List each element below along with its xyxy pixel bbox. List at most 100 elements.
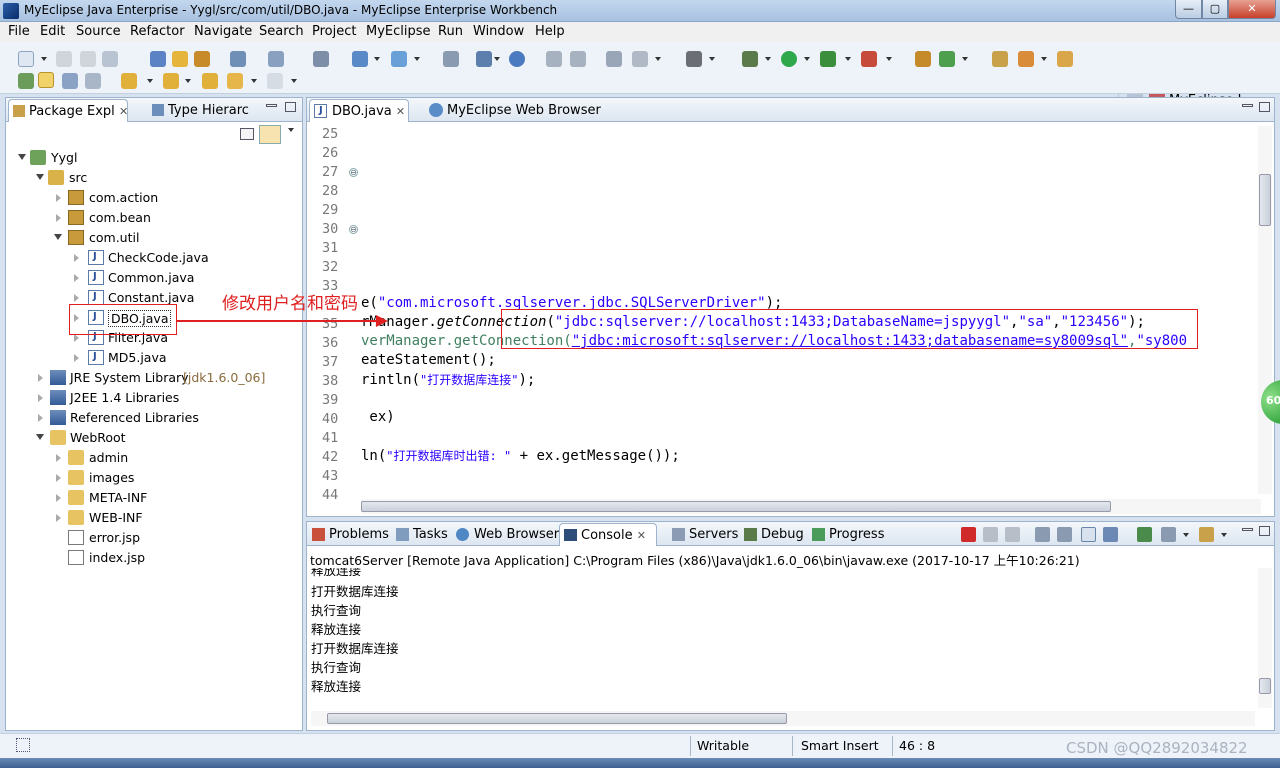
new-class-icon[interactable] (194, 51, 210, 67)
close-icon[interactable]: ✕ (637, 529, 646, 542)
settings-dropdown-icon[interactable] (655, 57, 661, 61)
display-console-dropdown-icon[interactable] (1183, 533, 1189, 537)
collapse-icon[interactable] (56, 494, 61, 502)
open-folder-icon[interactable] (992, 51, 1008, 67)
editor-horizontal-scroll-thumb[interactable] (361, 501, 1111, 512)
console-vertical-scroll-thumb[interactable] (1259, 678, 1271, 694)
collapse-icon[interactable] (38, 374, 43, 382)
wizard-dropdown-icon[interactable] (374, 57, 380, 61)
menu-project[interactable]: Project (312, 24, 356, 39)
package-icon[interactable] (915, 51, 931, 67)
minimize-view-icon[interactable] (1242, 528, 1253, 531)
menu-refactor[interactable]: Refactor (130, 24, 185, 39)
tab-debug[interactable]: Debug (741, 523, 805, 546)
editor-horizontal-scrollbar[interactable] (361, 499, 1261, 514)
wizard2-dropdown-icon[interactable] (414, 57, 420, 61)
tab-web-browser[interactable]: Web Browser (453, 523, 559, 546)
minimize-view-icon[interactable] (1242, 104, 1253, 107)
expand-icon[interactable] (36, 174, 44, 180)
console-vertical-scrollbar[interactable] (1258, 568, 1272, 708)
menu-help[interactable]: Help (535, 24, 565, 39)
profile-dropdown-icon[interactable] (886, 57, 892, 61)
settings-icon[interactable] (632, 51, 648, 67)
debug-icon[interactable] (742, 51, 758, 67)
collapse-icon[interactable] (38, 414, 43, 422)
debug-dropdown-icon[interactable] (765, 57, 771, 61)
menu-edit[interactable]: Edit (40, 24, 65, 39)
run-server-icon[interactable] (268, 51, 284, 67)
code-line-37[interactable]: eateStatement(); (361, 352, 496, 368)
refresh-green-icon[interactable] (939, 51, 955, 67)
collapse-icon[interactable] (38, 394, 43, 402)
run-external-dropdown-icon[interactable] (845, 57, 851, 61)
forward-dropdown-icon[interactable] (291, 79, 297, 83)
back-icon[interactable] (227, 73, 243, 89)
minimize-view-icon[interactable] (266, 104, 277, 107)
menu-window[interactable]: Window (473, 24, 524, 39)
expand-icon[interactable] (18, 154, 26, 160)
tab-package-explorer[interactable]: Package Expl ✕ (8, 99, 128, 122)
layout-dropdown-icon[interactable] (494, 57, 500, 61)
code-line-38[interactable]: rintln("打开数据库连接"); (361, 371, 535, 388)
new-dropdown-icon[interactable] (41, 57, 47, 61)
open-console-dropdown-icon[interactable] (1221, 533, 1227, 537)
prev-annotation-dropdown-icon[interactable] (185, 79, 191, 83)
expand-icon[interactable] (36, 434, 44, 440)
open-console-icon[interactable] (1199, 527, 1214, 542)
collapse-all-icon[interactable] (240, 128, 254, 140)
search-icon[interactable] (606, 51, 622, 67)
remove-all-icon[interactable] (1005, 527, 1020, 542)
display-console-icon[interactable] (1161, 527, 1176, 542)
tab-console[interactable]: Console ✕ (559, 523, 657, 546)
camera-icon[interactable] (686, 51, 702, 67)
code-line-40[interactable]: ex) (361, 409, 394, 425)
camera-dropdown-icon[interactable] (709, 57, 715, 61)
fold-marker-icon[interactable]: ⊖ (349, 225, 358, 234)
forward-icon[interactable] (267, 73, 283, 89)
collapse-icon[interactable] (74, 254, 79, 262)
save-all-icon[interactable] (80, 51, 96, 67)
open-type-icon[interactable] (150, 51, 166, 67)
layout-icon[interactable] (476, 51, 492, 67)
console-horizontal-scroll-thumb[interactable] (327, 713, 787, 724)
maximize-view-icon[interactable] (1259, 102, 1270, 112)
wizard-icon[interactable] (352, 51, 368, 67)
code-line-42[interactable]: ln("打开数据库时出错: " + ex.getMessage()); (361, 447, 680, 464)
link-with-editor-icon[interactable] (259, 125, 281, 144)
collapse-icon[interactable] (56, 514, 61, 522)
menu-run[interactable]: Run (438, 24, 463, 39)
collapse-icon[interactable] (56, 474, 61, 482)
gear-icon[interactable] (546, 51, 562, 67)
new-package-icon[interactable] (172, 51, 188, 67)
globe-icon[interactable] (509, 51, 525, 67)
collapse-icon[interactable] (56, 194, 61, 202)
collapse-icon[interactable] (74, 274, 79, 282)
next-annotation-icon[interactable] (121, 73, 137, 89)
menu-file[interactable]: File (8, 24, 30, 39)
rocket-dropdown-icon[interactable] (1041, 57, 1047, 61)
editor-vertical-scroll-thumb[interactable] (1259, 174, 1271, 226)
tab-web-browser[interactable]: MyEclipse Web Browser (425, 99, 625, 122)
run-external-icon[interactable] (820, 51, 836, 67)
maximize-view-icon[interactable] (1259, 526, 1270, 536)
close-button[interactable]: ✕ (1228, 0, 1276, 19)
profile-icon[interactable] (861, 51, 877, 67)
collapse-icon[interactable] (74, 334, 79, 342)
collapse-icon[interactable] (56, 454, 61, 462)
menu-navigate[interactable]: Navigate (194, 24, 252, 39)
view-menu-icon[interactable] (288, 128, 294, 132)
wizard2-icon[interactable] (391, 51, 407, 67)
pin-console-icon[interactable] (1137, 527, 1152, 542)
whitespace-icon[interactable] (85, 73, 101, 89)
refresh-icon[interactable] (570, 51, 586, 67)
refresh-green-dropdown-icon[interactable] (962, 57, 968, 61)
prev-annotation-icon[interactable] (163, 73, 179, 89)
clear-console-icon[interactable] (1035, 527, 1050, 542)
console-horizontal-scrollbar[interactable] (311, 711, 1255, 726)
collapse-icon[interactable] (74, 294, 79, 302)
expand-icon[interactable] (54, 234, 62, 240)
last-edit-icon[interactable] (202, 73, 218, 89)
terminate-icon[interactable] (961, 527, 976, 542)
next-annotation-dropdown-icon[interactable] (147, 79, 153, 83)
tab-problems[interactable]: Problems (309, 523, 389, 546)
